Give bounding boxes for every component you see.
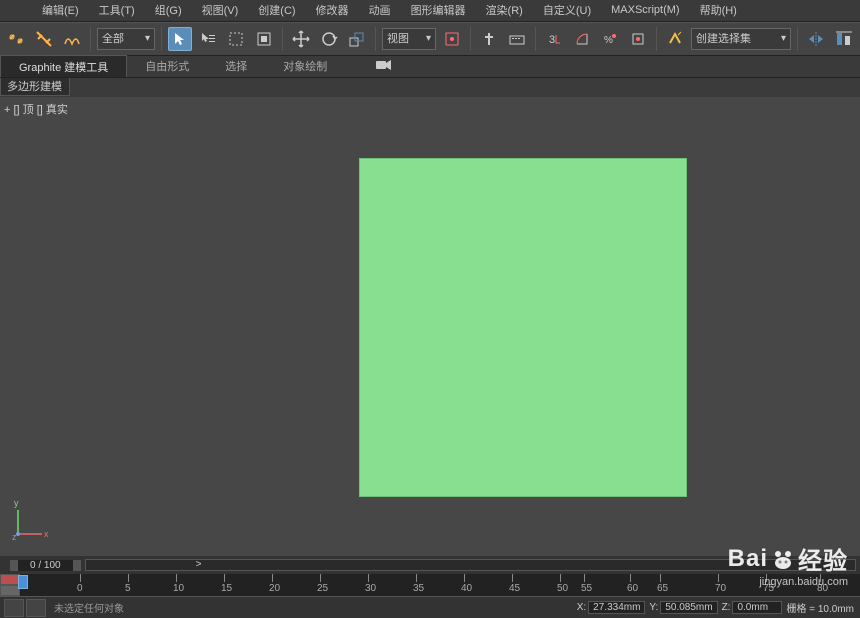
ref-coord-select[interactable]: 视图 (382, 28, 436, 50)
menu-maxscript[interactable]: MAXScript(M) (601, 4, 689, 16)
menu-animation[interactable]: 动画 (359, 2, 401, 18)
time-track[interactable]: 0 / 100 > (0, 556, 860, 574)
axis-x-label: x (44, 529, 49, 539)
selection-filter-dropdown[interactable]: 全部 (97, 28, 155, 50)
ruler-tick: 80 (817, 583, 828, 594)
menu-create[interactable]: 创建(C) (248, 2, 305, 18)
named-selection-dropdown[interactable]: 创建选择集 (691, 28, 791, 50)
ruler-tick: 75 (763, 583, 774, 594)
select-by-name-icon[interactable] (196, 27, 220, 51)
time-scrollbar[interactable]: > (85, 559, 856, 571)
selection-filter-select[interactable]: 全部 (97, 28, 155, 50)
axis-y-label: y (14, 498, 19, 508)
tab-select[interactable]: 选择 (207, 55, 265, 77)
move-icon[interactable] (289, 27, 313, 51)
tab-paint[interactable]: 对象绘制 (265, 55, 345, 77)
bind-space-icon[interactable] (60, 27, 84, 51)
align-icon[interactable] (832, 27, 856, 51)
menu-edit[interactable]: 编辑(E) (32, 2, 89, 18)
ruler-tick: 60 (627, 583, 638, 594)
menu-bar: 编辑(E) 工具(T) 组(G) 视图(V) 创建(C) 修改器 动画 图形编辑… (0, 0, 860, 22)
svg-text:3: 3 (549, 34, 555, 46)
manipulate-icon[interactable] (477, 27, 501, 51)
key-mode-icon[interactable] (0, 574, 20, 585)
unlink-icon[interactable] (32, 27, 56, 51)
menu-customize[interactable]: 自定义(U) (533, 2, 601, 18)
ruler-tick: 45 (509, 583, 520, 594)
main-toolbar: 全部 视图 3 % 创建选择集 (0, 22, 860, 56)
time-ruler[interactable]: 0 5 10 15 20 25 30 35 40 45 50 55 60 65 70 75 80 (0, 574, 860, 596)
ref-coord-dropdown[interactable]: 视图 (382, 28, 436, 50)
menu-help[interactable]: 帮助(H) (690, 2, 747, 18)
coord-z-input[interactable]: 0.0mm (732, 601, 782, 614)
link-icon[interactable] (4, 27, 28, 51)
ribbon-subpanel[interactable]: 多边形建模 (0, 78, 70, 96)
polygon-modeling-label: 多边形建模 (7, 78, 62, 94)
grid-spacing: 栅格 = 10.0mm (786, 600, 854, 615)
spinner-snap-icon[interactable] (626, 27, 650, 51)
coord-x-input[interactable]: 27.334mm (588, 601, 645, 614)
ruler-tick: 10 (173, 583, 184, 594)
ruler-tick: 15 (221, 583, 232, 594)
time-marker[interactable] (18, 575, 28, 589)
named-selection-select[interactable]: 创建选择集 (691, 28, 791, 50)
menu-group[interactable]: 组(G) (145, 2, 192, 18)
camera-icon[interactable] (375, 59, 393, 74)
mini-listener-icon[interactable] (4, 599, 24, 617)
select-rectangle-icon[interactable] (224, 27, 248, 51)
keyboard-icon[interactable] (505, 27, 529, 51)
select-object-icon[interactable] (168, 27, 192, 51)
rotate-icon[interactable] (317, 27, 341, 51)
scroll-thumb-icon[interactable]: > (196, 559, 202, 570)
selection-status: 未选定任何对象 (54, 600, 124, 615)
frame-indicator: 0 / 100 (10, 560, 81, 571)
coord-y: Y:50.085mm (649, 601, 717, 614)
ruler-tick: 25 (317, 583, 328, 594)
coord-y-input[interactable]: 50.085mm (660, 601, 717, 614)
snap-toggle-icon[interactable]: 3 (542, 27, 566, 51)
ruler-tick: 55 (581, 583, 592, 594)
menu-render[interactable]: 渲染(R) (476, 2, 533, 18)
lock-selection-icon[interactable] (26, 599, 46, 617)
scale-icon[interactable] (345, 27, 369, 51)
svg-text:%: % (604, 35, 613, 46)
key-filter-icon[interactable] (0, 585, 20, 596)
percent-snap-icon[interactable]: % (598, 27, 622, 51)
ruler-tick: 65 (657, 583, 668, 594)
viewport[interactable]: + [] 顶 [] 真实 y x z (0, 97, 860, 556)
viewport-label[interactable]: + [] 顶 [] 真实 (4, 101, 68, 117)
edit-set-icon[interactable] (663, 27, 687, 51)
ruler-tick: 30 (365, 583, 376, 594)
plane-object[interactable] (359, 158, 687, 497)
axis-gizmo-icon: y x z (12, 496, 56, 540)
ruler-tick: 50 (557, 583, 568, 594)
ruler-tick: 35 (413, 583, 424, 594)
menu-tools[interactable]: 工具(T) (89, 2, 145, 18)
status-bar: 未选定任何对象 X:27.334mm Y:50.085mm Z:0.0mm 栅格… (0, 596, 860, 618)
coord-x: X:27.334mm (577, 601, 646, 614)
ruler-tick: 0 (77, 583, 83, 594)
ruler-tick: 40 (461, 583, 472, 594)
menu-view[interactable]: 视图(V) (192, 2, 249, 18)
pivot-center-icon[interactable] (440, 27, 464, 51)
ribbon-tabs: Graphite 建模工具 自由形式 选择 对象绘制 (0, 56, 860, 78)
ruler-tick: 5 (125, 583, 131, 594)
tab-freeform[interactable]: 自由形式 (127, 55, 207, 77)
tab-graphite[interactable]: Graphite 建模工具 (0, 55, 127, 77)
menu-modifiers[interactable]: 修改器 (306, 2, 359, 18)
menu-graph[interactable]: 图形编辑器 (401, 2, 476, 18)
ruler-tick: 20 (269, 583, 280, 594)
axis-z-label: z (12, 532, 17, 540)
ruler-prefix-buttons[interactable] (0, 574, 20, 596)
coord-z: Z:0.0mm (722, 601, 783, 614)
mirror-icon[interactable] (804, 27, 828, 51)
angle-snap-icon[interactable] (570, 27, 594, 51)
ruler-tick: 70 (715, 583, 726, 594)
select-window-icon[interactable] (252, 27, 276, 51)
